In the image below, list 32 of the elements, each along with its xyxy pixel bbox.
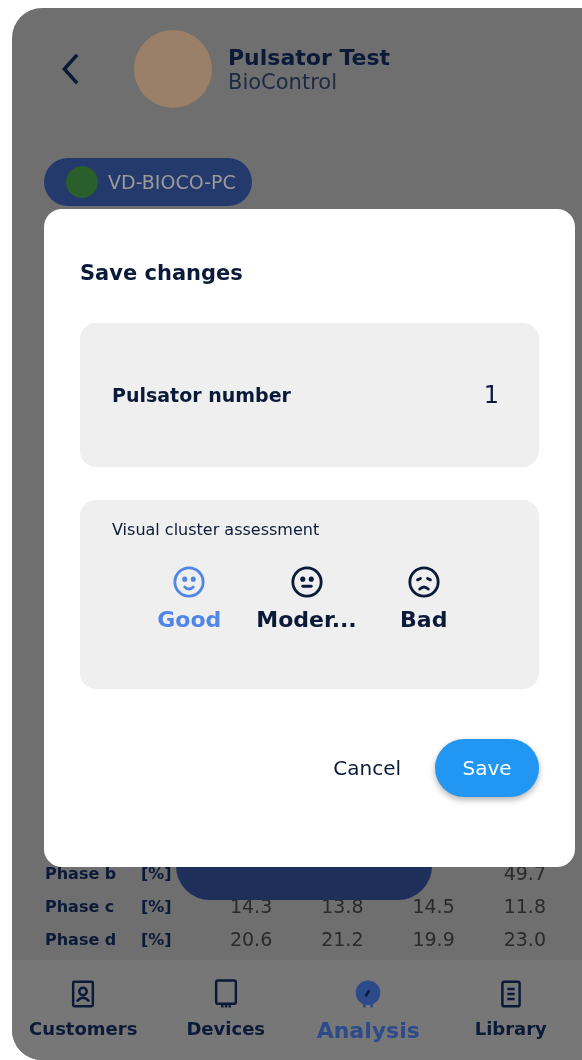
field-value: 1: [483, 381, 499, 409]
device-chip[interactable]: VD-BIOCO-PC: [44, 158, 252, 206]
cancel-button[interactable]: Cancel: [333, 756, 401, 780]
assessment-option[interactable]: Good: [150, 565, 229, 632]
dialog-title: Save changes: [80, 261, 244, 285]
table-cell: 11.8: [503, 895, 546, 917]
row-label: Phase c: [45, 896, 116, 916]
unit-label: [%]: [141, 896, 173, 916]
assessment-option[interactable]: Bad: [384, 565, 463, 632]
table-cell: 19.9: [412, 928, 455, 950]
unit-label: [%]: [141, 929, 173, 949]
nav-tab[interactable]: Devices: [154, 978, 297, 1054]
nav-tab[interactable]: Library: [439, 978, 582, 1054]
device-label: VD-BIOCO-PC: [108, 171, 236, 193]
smiling-face-icon: [172, 565, 207, 599]
assessment-label: Visual cluster assessment: [112, 520, 321, 539]
table-cell: 20.6: [229, 928, 273, 950]
row-label: Phase b: [45, 863, 118, 883]
unit-label: [%]: [141, 863, 173, 883]
frowning-face-icon: [406, 565, 441, 599]
row-label: Phase d: [45, 929, 118, 949]
table-cell: 23.0: [503, 928, 546, 950]
neutral-face-icon: [289, 565, 324, 599]
nav-tab[interactable]: Customers: [12, 978, 155, 1054]
number-field[interactable]: Pulsator number 1: [80, 323, 539, 467]
assessment-option[interactable]: Moder...: [256, 565, 357, 632]
field-label: Pulsator number: [112, 384, 291, 406]
header-subtitle: BioControl: [228, 69, 338, 94]
header-title: Pulsator Test: [228, 44, 391, 70]
table-cell: 21.2: [321, 928, 364, 950]
table-cell: 14.5: [412, 895, 455, 917]
save-button[interactable]: Save: [435, 739, 539, 797]
